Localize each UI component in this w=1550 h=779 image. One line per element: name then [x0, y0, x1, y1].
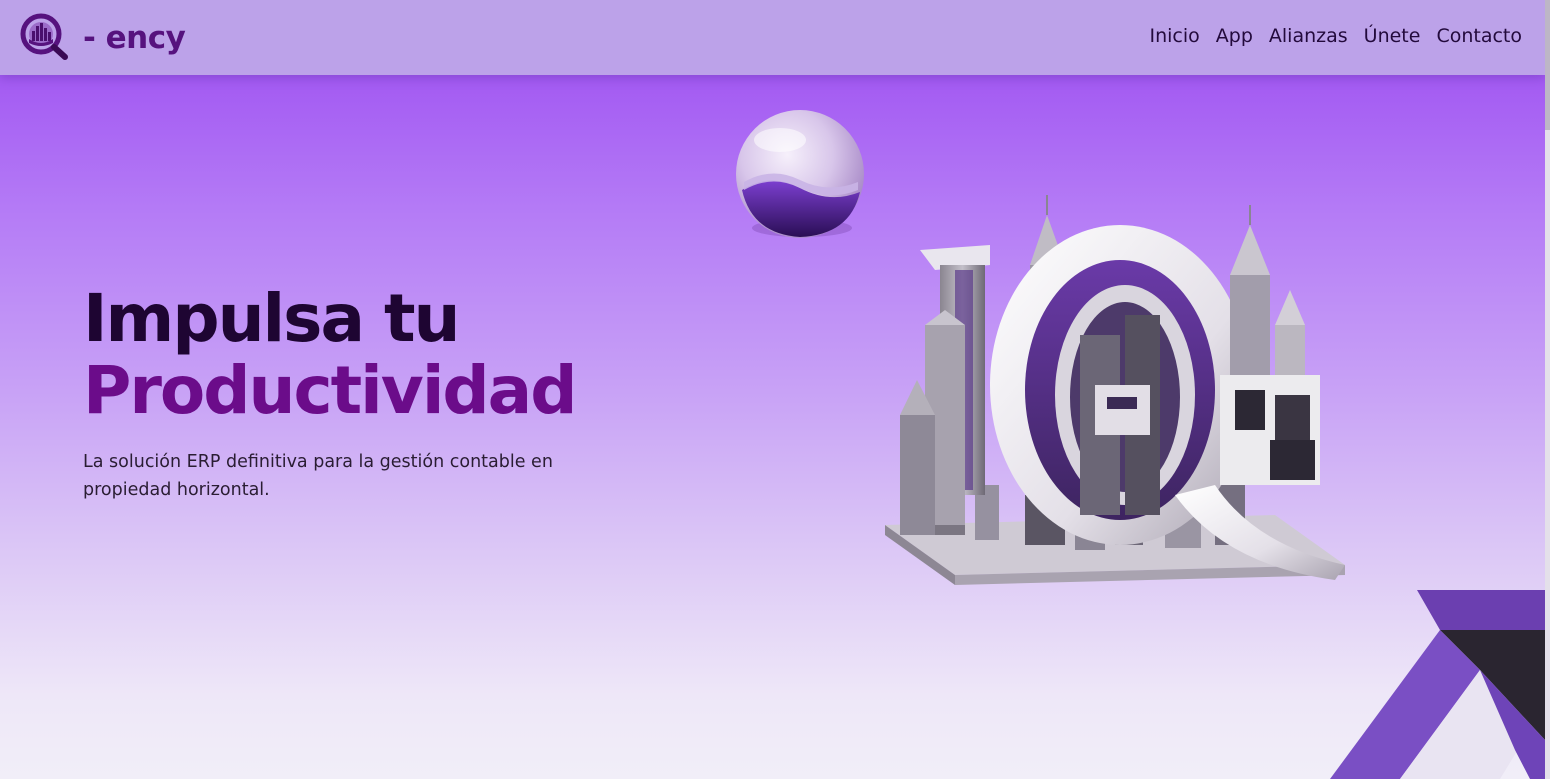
glass-sphere-icon — [736, 110, 864, 238]
corner-chevron-shape — [1330, 590, 1545, 779]
nav-inicio[interactable]: Inicio — [1150, 23, 1200, 49]
main-nav: Inicio App Alianzas Únete Contacto — [1150, 23, 1523, 49]
navbar: - ency Inicio App Alianzas Únete Contact… — [0, 0, 1545, 75]
hero-title: Impulsa tu Productividad — [83, 280, 577, 429]
page-scrollbar[interactable] — [1545, 0, 1550, 779]
nav-contacto[interactable]: Contacto — [1436, 23, 1522, 49]
hero-title-line1: Impulsa tu — [83, 280, 461, 357]
nav-unete[interactable]: Únete — [1364, 23, 1421, 49]
brand-name: - ency — [83, 19, 186, 56]
scrollbar-thumb[interactable] — [1545, 0, 1550, 130]
hero-subtitle: La solución ERP definitiva para la gesti… — [83, 452, 553, 500]
nav-app[interactable]: App — [1216, 23, 1253, 49]
hero-title-line2: Productividad — [83, 352, 577, 429]
nav-alianzas[interactable]: Alianzas — [1269, 23, 1348, 49]
hero-section: Impulsa tu Productividad La solución ERP… — [0, 75, 1545, 779]
city-skyline-10q-illustration — [885, 195, 1345, 585]
logo-link[interactable]: - ency — [19, 13, 186, 63]
logo-magnifier-city-icon — [20, 13, 68, 60]
